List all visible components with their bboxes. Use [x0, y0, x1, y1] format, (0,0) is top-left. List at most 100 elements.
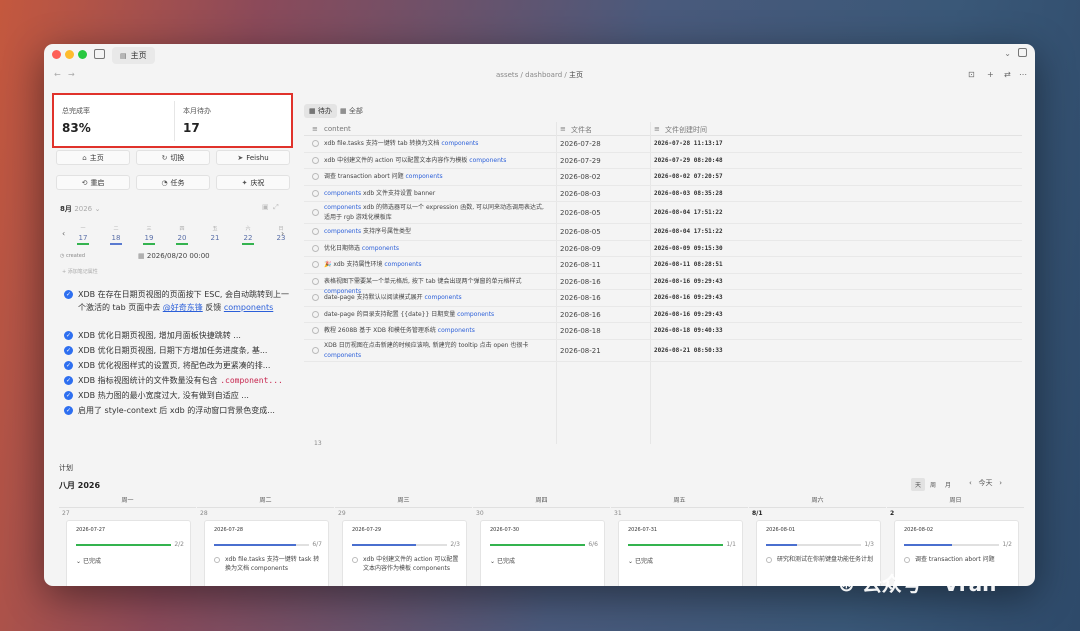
swap-icon[interactable]: ⇄ — [1004, 70, 1011, 79]
task-checkbox[interactable] — [312, 346, 319, 354]
components-link[interactable]: components — [438, 327, 475, 334]
day-card[interactable]: 2026-07-30 6/6 ⌄ 已完成 — [480, 520, 605, 586]
calendar-month-title[interactable]: 8月 2026 ⌄ — [60, 204, 100, 214]
table-row[interactable]: 表格视图下需要某一个单元格后, 按下 tab 键会出现两个弹窗的单元格样式 co… — [304, 274, 1022, 295]
file-name-link[interactable]: 2026-07-29 — [560, 157, 601, 165]
file-name-link[interactable]: 2026-08-03 — [560, 190, 601, 198]
day-cell[interactable]: 四 20 — [173, 225, 191, 245]
checked-icon[interactable]: ✓ — [64, 406, 73, 415]
task-checkbox[interactable] — [312, 244, 319, 252]
components-link[interactable]: components — [441, 140, 478, 147]
file-name-link[interactable]: 2026-08-05 — [560, 228, 601, 236]
add-property-button[interactable]: + 添加笔记属性 — [62, 268, 98, 275]
tab-home[interactable]: ▤ 主页 — [112, 47, 155, 64]
view-day[interactable]: 天 — [911, 478, 926, 491]
celebrate-button[interactable]: ✦ 庆祝 — [216, 175, 290, 190]
components-link[interactable]: components — [425, 294, 462, 301]
table-row[interactable]: components xdb 文件支持设置 banner 2026-08-03 20… — [304, 186, 1022, 202]
task-checkbox[interactable] — [214, 557, 220, 563]
day-cell[interactable]: 三 19 — [140, 225, 158, 245]
file-name-link[interactable]: 2026-08-05 — [560, 209, 601, 217]
task-checkbox[interactable] — [312, 277, 319, 285]
todo-item[interactable]: ✓ XDB 热力图的最小宽度过大, 没有做到自适应 ... — [64, 389, 292, 402]
day-column[interactable]: 28 2026-07-28 6/7 xdb file.tasks 支持一键转 task… — [197, 510, 334, 586]
table-row[interactable]: 🎉 xdb 支持属性环境 components 2026-08-11 2026-08… — [304, 257, 1022, 274]
property-value[interactable]: ▦ 2026/08/20 00:00 — [138, 252, 210, 260]
task-checkbox[interactable] — [312, 209, 319, 216]
day-cell[interactable]: 五 21 — [206, 225, 224, 245]
task-checkbox[interactable] — [312, 189, 319, 197]
header-created[interactable]: ≡ 文件创建时间 — [650, 122, 1022, 136]
minimize-window-button[interactable] — [65, 50, 74, 59]
components-link[interactable]: components — [324, 352, 361, 359]
checked-icon[interactable]: ✓ — [64, 290, 73, 299]
close-window-button[interactable] — [52, 50, 61, 59]
breadcrumb-assets[interactable]: assets — [496, 71, 518, 79]
components-link[interactable]: components — [324, 190, 361, 197]
day-column[interactable]: 27 2026-07-27 2/2 ⌄ 已完成 — [59, 510, 196, 586]
task-checkbox[interactable] — [312, 173, 319, 181]
more-icon[interactable]: ⋯ — [1019, 70, 1027, 79]
components-link[interactable]: components — [324, 204, 361, 211]
file-name-link[interactable]: 2026-08-09 — [560, 245, 601, 253]
file-name-link[interactable]: 2026-08-16 — [560, 311, 601, 319]
task-checkbox[interactable] — [312, 294, 319, 302]
restart-button[interactable]: ⟲ 重启 — [56, 175, 130, 190]
breadcrumb-dashboard[interactable]: dashboard — [525, 71, 562, 79]
table-row[interactable]: components xdb 的筛选器可以一个 expression 函数, 可… — [304, 202, 1022, 224]
todo-item[interactable]: ✓ XDB 优化日期页视图, 增加月面板快捷跳转 ... — [64, 329, 292, 342]
next-icon[interactable]: › — [999, 479, 1002, 487]
tab-todo[interactable]: ▦ 待办 — [304, 104, 337, 118]
file-name-link[interactable]: 2026-08-18 — [560, 327, 601, 335]
task-checkbox[interactable] — [312, 310, 319, 318]
view-month[interactable]: 月 — [941, 478, 955, 491]
day-card[interactable]: 2026-07-29 2/3 xdb 中创建文件的 action 可以配置文本内容作… — [342, 520, 467, 586]
file-name-link[interactable]: 2026-08-11 — [560, 261, 601, 269]
components-link[interactable]: components — [384, 261, 421, 268]
table-row[interactable]: xdb 中创建文件的 action 可以配置文本内容作为模板 component… — [304, 153, 1022, 169]
file-name-link[interactable]: 2026-08-21 — [560, 347, 601, 355]
layout-icon[interactable] — [1018, 48, 1027, 57]
feishu-button[interactable]: ➤ Feishu — [216, 150, 290, 165]
todo-item[interactable]: ✓ XDB 优化日期页视图, 日期下方增加任务进度条, 基... — [64, 344, 292, 357]
todo-item[interactable]: ✓ XDB 优化视图样式的设置页, 将配色改为更紧凑的排... — [64, 359, 292, 372]
checked-icon[interactable]: ✓ — [64, 346, 73, 355]
day-card[interactable]: 2026-07-28 6/7 xdb file.tasks 支持一键转 task 转… — [204, 520, 329, 586]
components-link[interactable]: components — [406, 173, 443, 180]
switch-button[interactable]: ↻ 切换 — [136, 150, 210, 165]
checked-icon[interactable]: ✓ — [64, 361, 73, 370]
components-link[interactable]: components — [362, 245, 399, 252]
maximize-window-button[interactable] — [78, 50, 87, 59]
file-name-link[interactable]: 2026-07-28 — [560, 140, 601, 148]
components-link[interactable]: components — [324, 228, 361, 235]
plus-icon[interactable]: + — [987, 70, 994, 79]
file-name-link[interactable]: 2026-08-16 — [560, 278, 601, 286]
expand-icon[interactable]: ⤢ — [273, 203, 279, 211]
today-button[interactable]: 今天 — [979, 479, 993, 487]
day-column[interactable]: 29 2026-07-29 2/3 xdb 中创建文件的 action 可以配置文本内… — [335, 510, 472, 586]
task-button[interactable]: ◔ 任务 — [136, 175, 210, 190]
calendar-icon[interactable]: ▣ — [262, 203, 269, 211]
table-row[interactable]: 优化日期筛选 components 2026-08-09 2026-08-09 09… — [304, 241, 1022, 257]
view-week[interactable]: 周 — [926, 478, 940, 491]
components-link[interactable]: components — [457, 311, 494, 318]
header-filename[interactable]: ≡ 文件名 — [556, 122, 650, 136]
prev-icon[interactable]: ‹ — [969, 479, 972, 487]
table-row[interactable]: components 支持序号属性类型 2026-08-05 2026-08-04 … — [304, 224, 1022, 241]
task-checkbox[interactable] — [352, 557, 358, 563]
task-checkbox[interactable] — [312, 327, 319, 335]
table-row[interactable]: 调查 transaction abort 问题 components 2026-0… — [304, 169, 1022, 186]
lock-icon[interactable]: ⊡ — [968, 70, 975, 79]
day-card[interactable]: 2026-07-31 1/1 ⌄ 已完成 — [618, 520, 743, 586]
day-cell[interactable]: 六 22 — [239, 225, 257, 245]
day-column[interactable]: 31 2026-07-31 1/1 ⌄ 已完成 — [611, 510, 748, 586]
checked-icon[interactable]: ✓ — [64, 391, 73, 400]
table-row[interactable]: date-page 的目录支持配置 {{date}} 日期变量 componen… — [304, 307, 1022, 323]
tab-all[interactable]: ▦ 全部 — [335, 104, 368, 118]
day-cell[interactable]: 二 18 — [107, 225, 125, 245]
checked-icon[interactable]: ✓ — [64, 331, 73, 340]
task-checkbox[interactable] — [312, 228, 319, 236]
todo-item[interactable]: ✓ XDB 指标视图统计的文件数量没有包含 .component... — [64, 374, 292, 387]
day-column[interactable]: 30 2026-07-30 6/6 ⌄ 已完成 — [473, 510, 610, 586]
checked-icon[interactable]: ✓ — [64, 376, 73, 385]
